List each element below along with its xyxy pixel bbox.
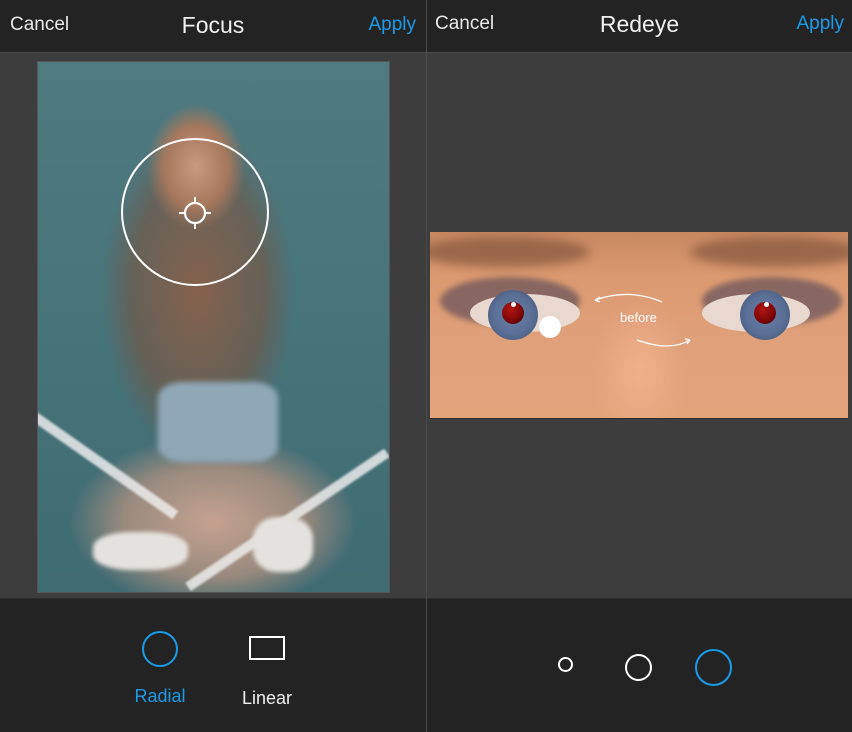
brush-size-small-button[interactable] (558, 657, 573, 672)
focus-apply-button[interactable]: Apply (368, 14, 416, 36)
focus-mode-bar: Radial Linear (0, 598, 426, 732)
eye-glint (511, 302, 516, 307)
circle-outline-icon (142, 631, 178, 667)
redeye-canvas: before (427, 54, 852, 598)
redeye-photo[interactable]: before (430, 232, 848, 419)
crosshair-icon[interactable] (178, 196, 212, 230)
focus-cancel-button[interactable]: Cancel (10, 14, 69, 36)
brush-size-medium-button[interactable] (625, 654, 652, 681)
radial-mode-button[interactable]: Radial (124, 631, 196, 707)
linear-mode-button[interactable]: Linear (230, 636, 304, 709)
redeye-apply-button[interactable]: Apply (796, 13, 844, 35)
shoe (93, 532, 188, 570)
radial-mode-label: Radial (134, 686, 186, 706)
brush-size-bar (427, 598, 852, 732)
linear-mode-label: Linear (241, 688, 293, 708)
focus-canvas (0, 54, 426, 598)
shoe (253, 517, 313, 572)
eyebrow (690, 237, 848, 267)
brush-size-large-button[interactable] (695, 649, 732, 686)
eye-glint (764, 302, 769, 307)
brush-cursor[interactable] (539, 316, 561, 338)
redeye-panel: Cancel Redeye Apply before (427, 0, 852, 732)
redeye-navbar: Cancel Redeye Apply (427, 0, 852, 53)
eyebrow (430, 237, 590, 267)
redeye-cancel-button[interactable]: Cancel (435, 13, 494, 35)
focus-navbar: Cancel Focus Apply (0, 0, 426, 53)
before-label: before (620, 310, 657, 325)
focus-panel: Cancel Focus Apply Radial Linear (0, 0, 426, 732)
rectangle-outline-icon (249, 636, 285, 660)
shorts (158, 382, 278, 462)
